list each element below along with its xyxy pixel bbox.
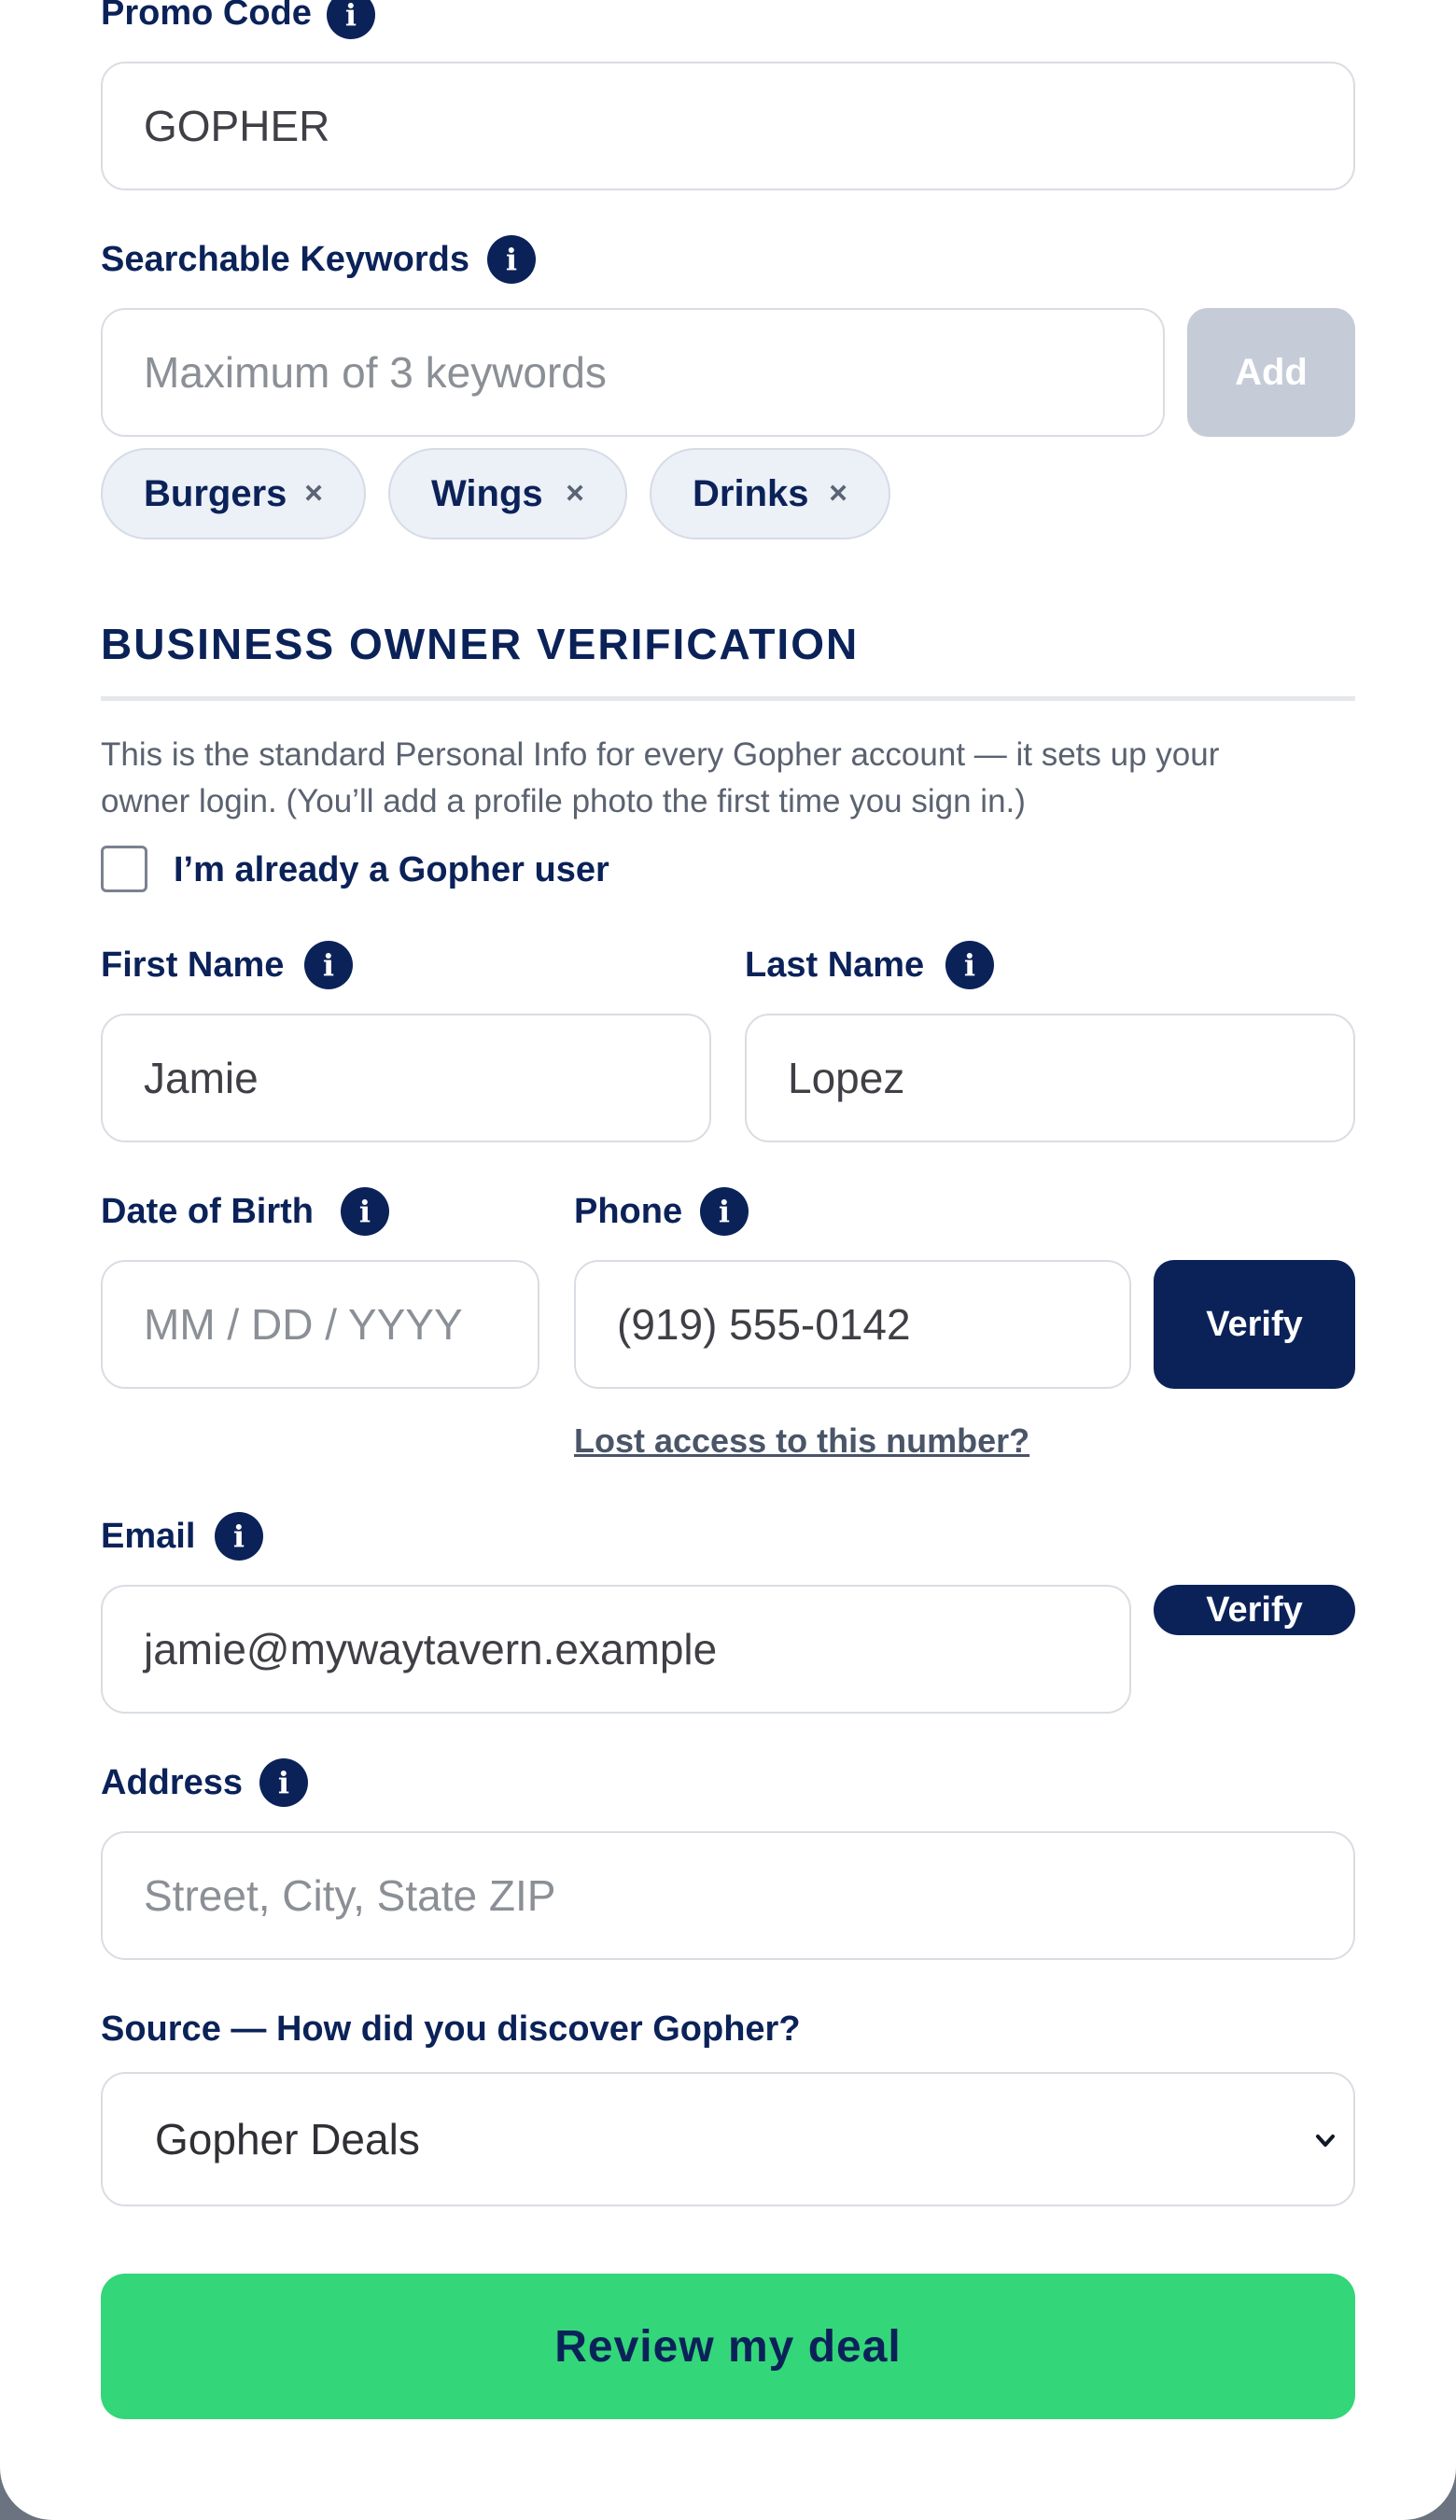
chevron-down-icon [1307,2122,1344,2160]
keyword-chip-label: Drinks [693,472,809,514]
keyword-chip: Wings × [388,448,627,539]
already-user-label[interactable]: I’m already a Gopher user [174,849,609,890]
section-description-line1: This is the standard Personal Info for e… [101,736,1220,773]
already-user-checkbox[interactable] [101,846,147,892]
keywords-input[interactable]: Maximum of 3 keywords [101,308,1165,437]
email-info-icon[interactable]: i [215,1512,263,1561]
promo-code-info-icon[interactable]: i [327,0,375,39]
source-select[interactable]: Gopher Deals [101,2072,1355,2206]
close-icon[interactable]: × [304,476,323,512]
promo-code-label: Promo Code [101,0,312,33]
phone-label: Phone [574,1192,683,1231]
email-verify-button[interactable]: Verify [1154,1585,1355,1635]
add-keyword-button[interactable]: Add [1187,308,1355,437]
address-label: Address [101,1763,244,1802]
keyword-chip-label: Burgers [144,472,287,514]
source-selected-value: Gopher Deals [155,2115,420,2163]
last-name-info-icon[interactable]: i [945,941,994,989]
close-icon[interactable]: × [829,476,847,512]
keyword-chip-label: Wings [431,472,543,514]
last-name-label: Last Name [745,945,925,985]
dob-label: Date of Birth [101,1192,314,1231]
section-divider [101,696,1355,701]
keyword-chip: Burgers × [101,448,366,539]
section-title: BUSINESS OWNER VERIFICATION [101,620,860,668]
phone-input[interactable]: (919) 555-0142 [574,1260,1131,1389]
phone-verify-button[interactable]: Verify [1154,1260,1355,1389]
close-icon[interactable]: × [566,476,584,512]
keywords-info-icon[interactable]: i [487,235,536,284]
section-description-line2: owner login. (You’ll add a profile photo… [101,783,1026,819]
phone-info-icon[interactable]: i [700,1187,749,1236]
dob-input[interactable]: MM / DD / YYYY [101,1260,539,1389]
review-deal-button[interactable]: Review my deal [101,2274,1355,2419]
keyword-chip: Drinks × [650,448,890,539]
email-input[interactable]: jamie@mywaytavern.example [101,1585,1131,1714]
first-name-info-icon[interactable]: i [304,941,353,989]
address-input[interactable]: Street, City, State ZIP [101,1831,1355,1960]
address-info-icon[interactable]: i [259,1758,308,1807]
keywords-label: Searchable Keywords [101,240,469,279]
lost-access-link[interactable]: Lost access to this number? [574,1421,1029,1462]
first-name-input[interactable]: Jamie [101,1014,711,1142]
last-name-input[interactable]: Lopez [745,1014,1355,1142]
first-name-label: First Name [101,945,285,985]
source-label: Source — How did you discover Gopher? [101,2009,801,2049]
email-label: Email [101,1517,196,1556]
dob-info-icon[interactable]: i [341,1187,389,1236]
promo-code-input[interactable]: GOPHER [101,62,1355,190]
form-content: Promo Code i GOPHER Searchable Keywords … [0,0,1456,2520]
